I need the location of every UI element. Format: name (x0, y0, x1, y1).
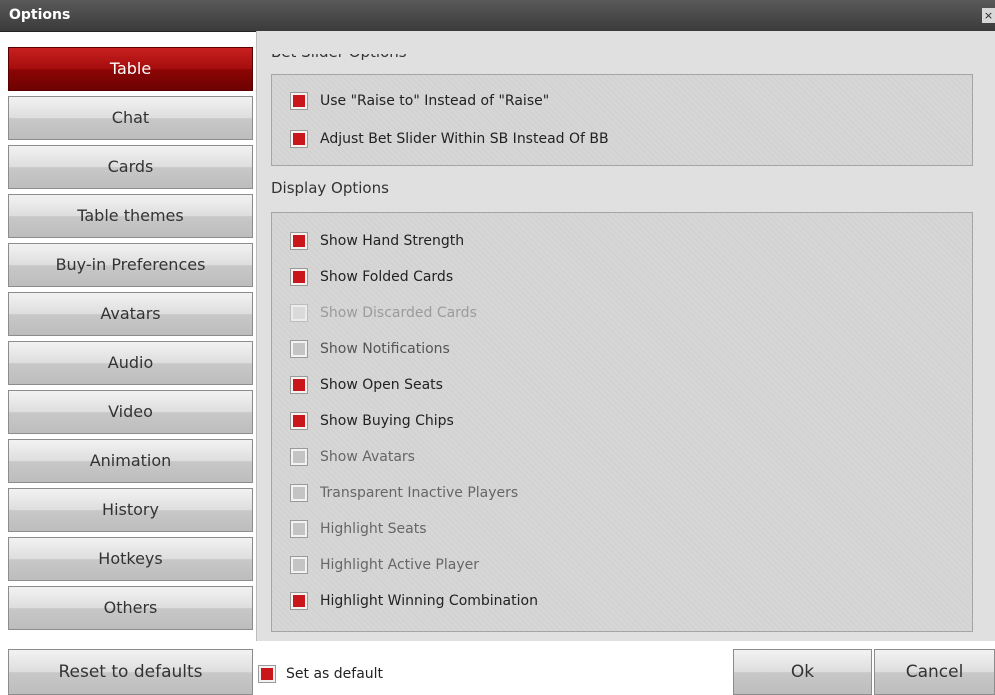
option-label: Use "Raise to" Instead of "Raise" (320, 93, 550, 109)
set-as-default-label: Set as default (286, 666, 384, 682)
options-panel: Bet Slider Options Use "Raise to" Instea… (256, 31, 995, 641)
nav-item-animation[interactable]: Animation (8, 439, 253, 483)
checkbox (290, 304, 308, 322)
checkbox[interactable] (290, 448, 308, 466)
option-label: Adjust Bet Slider Within SB Instead Of B… (320, 131, 609, 147)
nav-item-hotkeys[interactable]: Hotkeys (8, 537, 253, 581)
display-section-title: Display Options (271, 179, 389, 197)
checkbox[interactable] (290, 556, 308, 574)
nav-item-buy-in-preferences[interactable]: Buy-in Preferences (8, 243, 253, 287)
option-highlight-seats[interactable]: Highlight Seats (290, 519, 427, 539)
option-show-folded-cards[interactable]: Show Folded Cards (290, 267, 453, 287)
bet-slider-section-title: Bet Slider Options (271, 43, 407, 61)
option-show-avatars[interactable]: Show Avatars (290, 447, 415, 467)
option-show-buying-chips[interactable]: Show Buying Chips (290, 411, 454, 431)
set-as-default-option[interactable]: Set as default (258, 664, 383, 684)
checkbox[interactable] (290, 232, 308, 250)
option-label: Transparent Inactive Players (320, 485, 519, 501)
option-label: Show Discarded Cards (320, 305, 477, 321)
nav-item-video[interactable]: Video (8, 390, 253, 434)
checkbox[interactable] (290, 268, 308, 286)
cancel-button[interactable]: Cancel (874, 649, 995, 695)
option-highlight-active-player[interactable]: Highlight Active Player (290, 555, 479, 575)
nav-item-audio[interactable]: Audio (8, 341, 253, 385)
nav-item-avatars[interactable]: Avatars (8, 292, 253, 336)
checkbox[interactable] (290, 484, 308, 502)
bet-slider-group: Use "Raise to" Instead of "Raise" Adjust… (271, 74, 973, 166)
option-highlight-winning-combination[interactable]: Highlight Winning Combination (290, 591, 538, 611)
option-label: Show Open Seats (320, 377, 443, 393)
option-label: Show Buying Chips (320, 413, 454, 429)
checkbox[interactable] (290, 340, 308, 358)
reset-to-defaults-button[interactable]: Reset to defaults (8, 649, 253, 695)
checkbox[interactable] (290, 412, 308, 430)
checkbox[interactable] (258, 665, 276, 683)
option-transparent-inactive-players[interactable]: Transparent Inactive Players (290, 483, 518, 503)
option-show-discarded-cards: Show Discarded Cards (290, 303, 477, 323)
option-label: Show Avatars (320, 449, 415, 465)
option-raise-to[interactable]: Use "Raise to" Instead of "Raise" (290, 91, 549, 111)
close-icon[interactable]: × (982, 8, 995, 23)
option-label: Show Hand Strength (320, 233, 465, 249)
option-show-hand-strength[interactable]: Show Hand Strength (290, 231, 464, 251)
title-bar: Options × (0, 0, 995, 32)
option-label: Show Folded Cards (320, 269, 454, 285)
nav-item-cards[interactable]: Cards (8, 145, 253, 189)
nav-item-table[interactable]: Table (8, 47, 253, 91)
option-show-notifications[interactable]: Show Notifications (290, 339, 450, 359)
option-label: Highlight Winning Combination (320, 593, 538, 609)
nav-item-history[interactable]: History (8, 488, 253, 532)
nav-item-table-themes[interactable]: Table themes (8, 194, 253, 238)
checkbox[interactable] (290, 130, 308, 148)
option-label: Highlight Active Player (320, 557, 479, 573)
ok-button[interactable]: Ok (733, 649, 872, 695)
option-adjust-bet-slider[interactable]: Adjust Bet Slider Within SB Instead Of B… (290, 129, 609, 149)
checkbox[interactable] (290, 520, 308, 538)
nav-item-others[interactable]: Others (8, 586, 253, 630)
option-show-open-seats[interactable]: Show Open Seats (290, 375, 443, 395)
checkbox[interactable] (290, 592, 308, 610)
checkbox[interactable] (290, 376, 308, 394)
option-label: Show Notifications (320, 341, 450, 357)
display-group: Show Hand Strength Show Folded Cards Sho… (271, 212, 973, 632)
option-label: Highlight Seats (320, 521, 427, 537)
window-title: Options (9, 7, 71, 23)
nav-item-chat[interactable]: Chat (8, 96, 253, 140)
checkbox[interactable] (290, 92, 308, 110)
